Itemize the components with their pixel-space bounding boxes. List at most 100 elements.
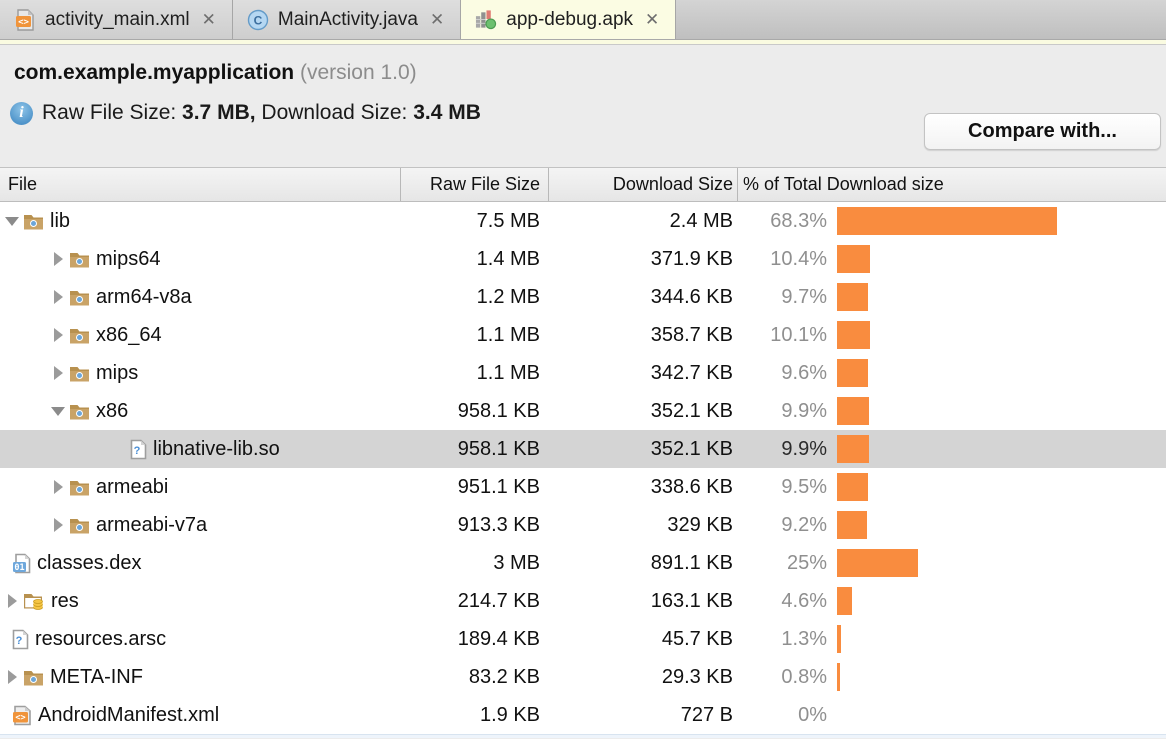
- download-size-cell: 371.9 KB: [548, 248, 737, 271]
- pct-of-total-cell: 1.3%: [737, 628, 827, 651]
- file-name-cell: <> AndroidManifest.xml: [0, 704, 400, 727]
- raw-file-size-cell: 1.9 KB: [400, 704, 548, 727]
- tree-row-resources-arsc[interactable]: ? resources.arsc 189.4 KB 45.7 KB 1.3%: [0, 620, 1166, 658]
- bottom-edge: [0, 734, 1166, 738]
- raw-file-size-cell: 958.1 KB: [400, 400, 548, 423]
- pct-bar-cell: [827, 549, 1166, 577]
- download-size-cell: 338.6 KB: [548, 476, 737, 499]
- pct-of-total-cell: 10.1%: [737, 324, 827, 347]
- tab-label: activity_main.xml: [45, 9, 190, 31]
- svg-text:?: ?: [134, 445, 141, 457]
- download-size-cell: 2.4 MB: [548, 210, 737, 233]
- pct-bar: [837, 549, 918, 577]
- tree-row-lib[interactable]: lib 7.5 MB 2.4 MB 68.3%: [0, 202, 1166, 240]
- compare-with-button[interactable]: Compare with...: [924, 113, 1161, 150]
- pct-bar: [837, 245, 870, 273]
- pct-bar: [837, 663, 840, 691]
- pct-of-total-cell: 25%: [737, 552, 827, 575]
- expand-arrow-icon[interactable]: [52, 518, 64, 532]
- tree-row-x86-64[interactable]: x86_64 1.1 MB 358.7 KB 10.1%: [0, 316, 1166, 354]
- tree-row-x86[interactable]: x86 958.1 KB 352.1 KB 9.9%: [0, 392, 1166, 430]
- pct-of-total-cell: 9.2%: [737, 514, 827, 537]
- pct-bar: [837, 283, 868, 311]
- close-icon[interactable]: ✕: [645, 11, 659, 28]
- expand-arrow-icon[interactable]: [52, 480, 64, 494]
- expand-arrow-icon[interactable]: [6, 594, 18, 608]
- expand-arrow-icon[interactable]: [52, 328, 64, 342]
- pct-bar-cell: [827, 207, 1166, 235]
- file-name-label: META-INF: [50, 666, 143, 689]
- res-folder-icon: [23, 592, 45, 610]
- column-header-raw-file-size[interactable]: Raw File Size: [400, 168, 548, 201]
- tree-row-libnative-lib-so[interactable]: ? libnative-lib.so 958.1 KB 352.1 KB 9.9…: [0, 430, 1166, 468]
- size-summary-text: Raw File Size: 3.7 MB, Download Size: 3.…: [42, 101, 481, 125]
- pct-of-total-cell: 10.4%: [737, 248, 827, 271]
- pct-bar-cell: [827, 245, 1166, 273]
- file-name-cell: x86: [0, 400, 400, 423]
- file-name-cell: META-INF: [0, 666, 400, 689]
- raw-file-size-cell: 1.1 MB: [400, 362, 548, 385]
- pct-bar-cell: [827, 435, 1166, 463]
- close-icon[interactable]: ✕: [430, 11, 444, 28]
- tree-row-res[interactable]: res 214.7 KB 163.1 KB 4.6%: [0, 582, 1166, 620]
- raw-file-size-cell: 83.2 KB: [400, 666, 548, 689]
- svg-text:<>: <>: [15, 713, 25, 723]
- raw-size-value: 3.7 MB,: [182, 101, 256, 124]
- expand-arrow-icon[interactable]: [6, 670, 18, 684]
- tree-row-classes-dex[interactable]: 01 classes.dex 3 MB 891.1 KB 25%: [0, 544, 1166, 582]
- raw-file-size-cell: 3 MB: [400, 552, 548, 575]
- column-header-file[interactable]: File: [0, 168, 400, 201]
- apk-file-icon: [475, 9, 497, 31]
- apk-summary-panel: com.example.myapplication (version 1.0) …: [0, 45, 1166, 167]
- tab-app-debug-apk[interactable]: app-debug.apk ✕: [461, 0, 676, 39]
- file-name-label: x86_64: [96, 324, 162, 347]
- file-name-label: arm64-v8a: [96, 286, 192, 309]
- tree-row-androidmanifest-xml[interactable]: <> AndroidManifest.xml 1.9 KB 727 B 0%: [0, 696, 1166, 734]
- pct-bar-cell: [827, 625, 1166, 653]
- pct-of-total-cell: 0%: [737, 704, 827, 727]
- package-version: (version 1.0): [300, 61, 417, 84]
- package-name: com.example.myapplication: [14, 61, 294, 84]
- file-name-cell: 01 classes.dex: [0, 552, 400, 575]
- file-name-label: x86: [96, 400, 128, 423]
- download-size-cell: 891.1 KB: [548, 552, 737, 575]
- svg-text:01: 01: [14, 562, 24, 572]
- expand-arrow-icon[interactable]: [52, 252, 64, 266]
- tree-row-armeabi-v7a[interactable]: armeabi-v7a 913.3 KB 329 KB 9.2%: [0, 506, 1166, 544]
- tree-row-armeabi[interactable]: armeabi 951.1 KB 338.6 KB 9.5%: [0, 468, 1166, 506]
- folder-icon: [69, 327, 90, 344]
- tree-row-mips64[interactable]: mips64 1.4 MB 371.9 KB 10.4%: [0, 240, 1166, 278]
- raw-file-size-cell: 214.7 KB: [400, 590, 548, 613]
- xml-file-icon: <>: [12, 705, 32, 726]
- close-icon[interactable]: ✕: [202, 11, 216, 28]
- folder-icon: [69, 251, 90, 268]
- column-header-pct-of-total[interactable]: % of Total Download size: [737, 168, 1166, 201]
- collapse-arrow-icon[interactable]: [6, 217, 18, 226]
- file-name-cell: mips64: [0, 248, 400, 271]
- pct-of-total-cell: 4.6%: [737, 590, 827, 613]
- pct-bar-cell: [827, 283, 1166, 311]
- expand-arrow-icon[interactable]: [52, 290, 64, 304]
- expand-arrow-icon[interactable]: [52, 366, 64, 380]
- tab-mainactivity-java[interactable]: C MainActivity.java ✕: [233, 0, 461, 39]
- tree-row-mips[interactable]: mips 1.1 MB 342.7 KB 9.6%: [0, 354, 1166, 392]
- raw-file-size-cell: 951.1 KB: [400, 476, 548, 499]
- download-size-value: 3.4 MB: [413, 101, 481, 124]
- tab-activity-main-xml[interactable]: <> activity_main.xml ✕: [0, 0, 233, 39]
- file-name-label: mips64: [96, 248, 160, 271]
- folder-icon: [23, 669, 44, 686]
- file-name-cell: lib: [0, 210, 400, 233]
- column-header-download-size[interactable]: Download Size: [548, 168, 737, 201]
- collapse-arrow-icon[interactable]: [52, 407, 64, 416]
- pct-bar: [837, 359, 868, 387]
- file-name-label: mips: [96, 362, 138, 385]
- svg-text:?: ?: [16, 635, 23, 647]
- download-size-cell: 352.1 KB: [548, 438, 737, 461]
- apk-analyzer-window: <> activity_main.xml ✕ C MainActivity.ja…: [0, 0, 1166, 739]
- download-size-cell: 344.6 KB: [548, 286, 737, 309]
- pct-of-total-cell: 9.6%: [737, 362, 827, 385]
- tree-row-meta-inf[interactable]: META-INF 83.2 KB 29.3 KB 0.8%: [0, 658, 1166, 696]
- file-name-cell: ? libnative-lib.so: [0, 438, 400, 461]
- tree-row-arm64-v8a[interactable]: arm64-v8a 1.2 MB 344.6 KB 9.7%: [0, 278, 1166, 316]
- file-name-label: resources.arsc: [35, 628, 166, 651]
